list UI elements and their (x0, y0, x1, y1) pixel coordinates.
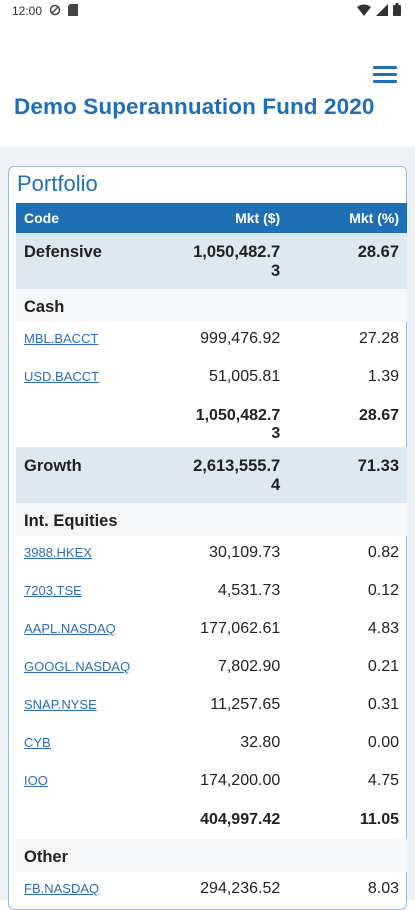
holding-pct: 4.75 (367, 772, 399, 789)
app-header: Demo Superannuation Fund 2020 (0, 22, 415, 146)
subgroup-label: Int. Equities (16, 503, 407, 536)
holding-mkt: 177,062.61 (200, 620, 281, 637)
subtotal-row: 404,997.42 11.05 (16, 802, 407, 839)
subtotal-mkt: 1,050,482.7 3 (195, 407, 281, 442)
portfolio-panel: Portfolio Code Mkt ($) Mkt (%) Defensive… (8, 166, 407, 910)
holding-mkt: 30,109.73 (209, 544, 281, 561)
holding-mkt: 32.80 (240, 734, 281, 751)
group-row-defensive: Defensive 1,050,482.7 3 28.67 (16, 233, 407, 289)
table-row: MBL.BACCT 999,476.92 27.28 (16, 322, 407, 360)
table-row: 7203.TSE 4,531.73 0.12 (16, 574, 407, 612)
holding-link[interactable]: 3988.HKEX (24, 545, 92, 560)
wifi-icon (357, 4, 371, 19)
subgroup-row-other: Other (16, 839, 407, 872)
holding-link[interactable]: FB.NASDAQ (24, 881, 99, 896)
subtotal-mkt: 404,997.42 (200, 811, 281, 828)
portfolio-title: Portfolio (17, 171, 98, 196)
holding-link[interactable]: IOO (24, 773, 48, 788)
holding-pct: 0.00 (367, 734, 399, 751)
table-row: FB.NASDAQ 294,236.52 8.03 (16, 872, 407, 910)
subtotal-row: 1,050,482.7 3 28.67 (16, 398, 407, 447)
group-mkt: 2,613,555.7 4 (138, 447, 289, 503)
status-time: 12:00 (12, 4, 43, 18)
holding-pct: 27.28 (358, 330, 399, 347)
subtotal-pct: 28.67 (358, 407, 399, 424)
main-content: Portfolio Code Mkt ($) Mkt (%) Defensive… (0, 146, 415, 910)
menu-icon[interactable] (373, 66, 397, 84)
status-bar: 12:00 (0, 0, 415, 22)
holding-mkt: 4,531.73 (217, 582, 281, 599)
holding-pct: 8.03 (367, 880, 399, 897)
battery-icon (393, 3, 401, 19)
app-title: Demo Superannuation Fund 2020 (14, 94, 375, 119)
subgroup-row-cash: Cash (16, 289, 407, 322)
subgroup-label: Other (16, 839, 407, 872)
col-mkt-pct[interactable]: Mkt (%) (288, 203, 407, 233)
holding-mkt: 51,005.81 (209, 368, 281, 385)
holding-link[interactable]: USD.BACCT (24, 369, 99, 384)
sd-card-icon (68, 3, 79, 19)
group-label: Growth (16, 447, 139, 503)
holding-pct: 0.12 (367, 582, 399, 599)
table-row: CYB 32.80 0.00 (16, 726, 407, 764)
holding-link[interactable]: AAPL.NASDAQ (24, 621, 116, 636)
table-row: SNAP.NYSE 11,257.65 0.31 (16, 688, 407, 726)
table-header: Code Mkt ($) Mkt (%) (16, 203, 407, 233)
holding-link[interactable]: 7203.TSE (24, 583, 82, 598)
table-row: IOO 174,200.00 4.75 (16, 764, 407, 802)
holding-pct: 0.82 (367, 544, 399, 561)
group-pct: 28.67 (288, 233, 407, 289)
group-label: Defensive (16, 233, 139, 289)
table-row: GOOGL.NASDAQ 7,802.90 0.21 (16, 650, 407, 688)
col-code[interactable]: Code (16, 203, 139, 233)
holding-pct: 1.39 (367, 368, 399, 385)
subgroup-row-equities: Int. Equities (16, 503, 407, 536)
subgroup-label: Cash (16, 289, 407, 322)
holding-pct: 0.31 (367, 696, 399, 713)
group-row-growth: Growth 2,613,555.7 4 71.33 (16, 447, 407, 503)
holding-link[interactable]: CYB (24, 735, 51, 750)
group-mkt: 1,050,482.7 3 (138, 233, 289, 289)
signal-icon (376, 3, 388, 19)
holding-mkt: 294,236.52 (200, 880, 281, 897)
holding-link[interactable]: MBL.BACCT (24, 331, 98, 346)
holding-link[interactable]: GOOGL.NASDAQ (24, 659, 130, 674)
table-row: USD.BACCT 51,005.81 1.39 (16, 360, 407, 398)
table-row: 3988.HKEX 30,109.73 0.82 (16, 536, 407, 574)
holding-pct: 4.83 (367, 620, 399, 637)
table-row: AAPL.NASDAQ 177,062.61 4.83 (16, 612, 407, 650)
portfolio-table: Code Mkt ($) Mkt (%) Defensive 1,050,482… (16, 203, 407, 910)
col-mkt[interactable]: Mkt ($) (138, 203, 289, 233)
holding-mkt: 11,257.65 (210, 696, 281, 713)
holding-pct: 0.21 (367, 658, 399, 675)
group-pct: 71.33 (288, 447, 407, 503)
do-not-disturb-icon (49, 4, 61, 19)
holding-mkt: 7,802.90 (217, 658, 281, 675)
subtotal-pct: 11.05 (359, 811, 399, 828)
holding-link[interactable]: SNAP.NYSE (24, 697, 97, 712)
holding-mkt: 999,476.92 (200, 330, 281, 347)
holding-mkt: 174,200.00 (200, 772, 281, 789)
